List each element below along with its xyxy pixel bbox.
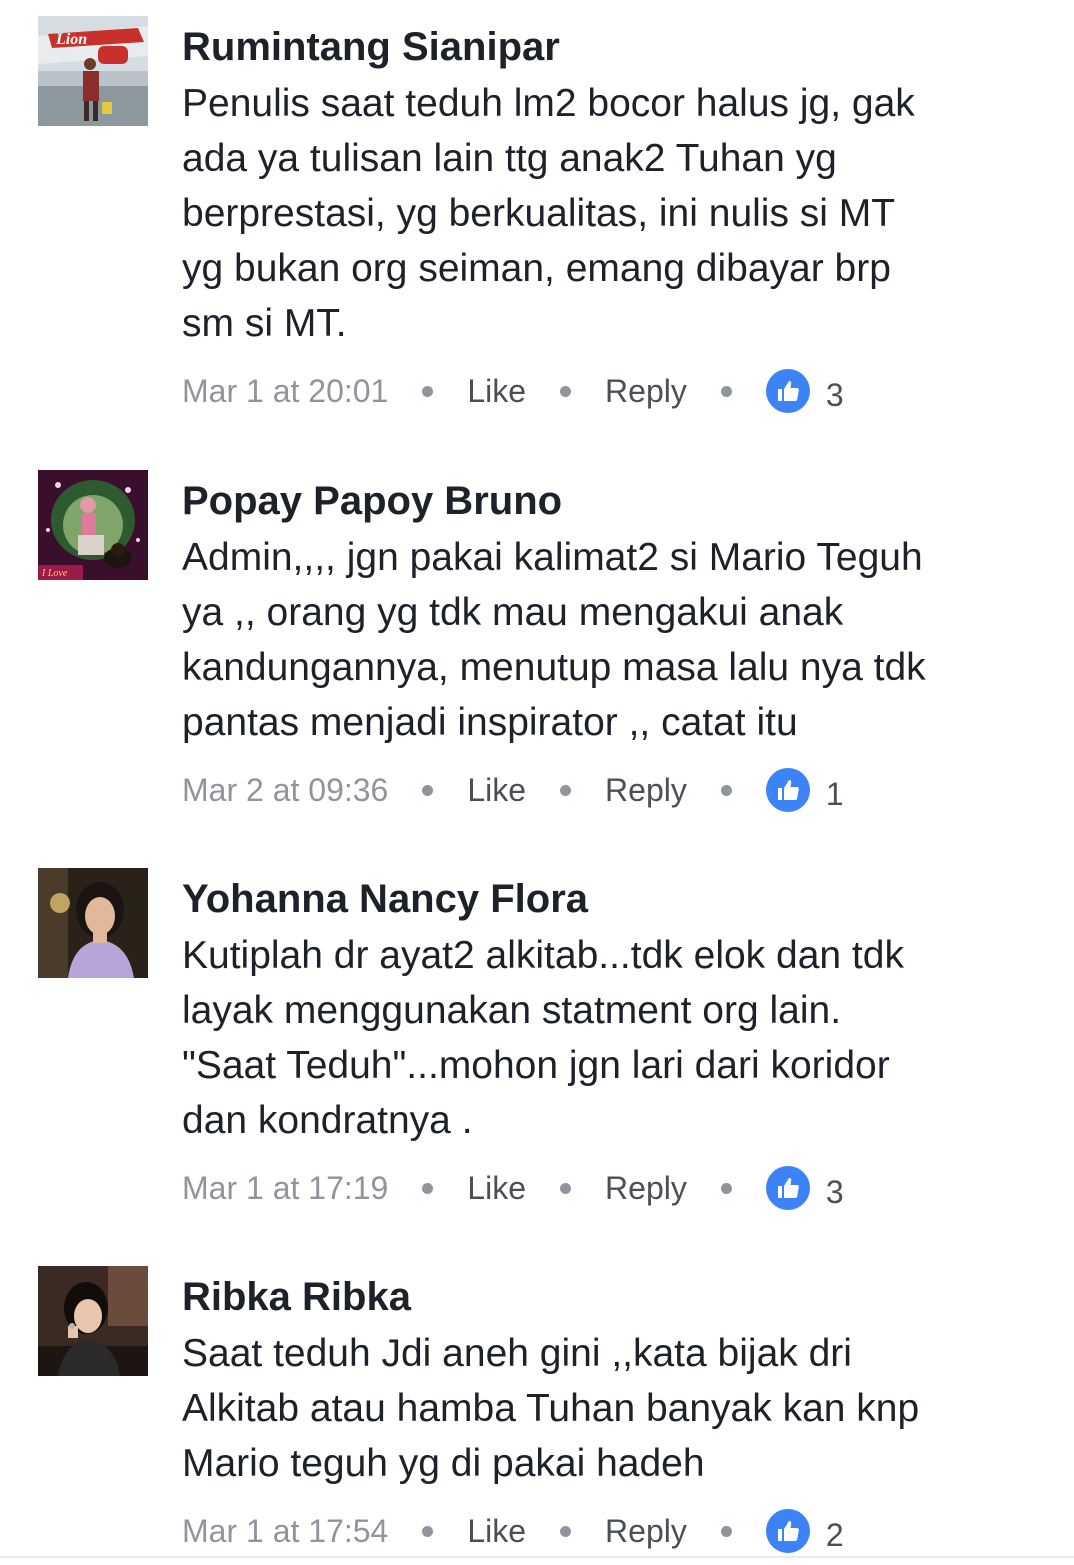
user-photo-icon: I Love xyxy=(38,470,148,580)
separator-dot xyxy=(720,1525,732,1537)
comment-meta: Mar 1 at 20:01 Like Reply 3 xyxy=(182,361,1052,421)
avatar[interactable]: Lion xyxy=(38,16,148,126)
comment-text: Saat teduh Jdi aneh gini ,,kata bijak dr… xyxy=(182,1326,1052,1491)
reply-button[interactable]: Reply xyxy=(605,1170,687,1207)
comment-meta: Mar 1 at 17:54 Like Reply 2 xyxy=(182,1501,1052,1561)
comment-text-line: pantas menjadi inspirator ,, catat itu xyxy=(182,701,798,744)
comment-text-line: ya ,, orang yg tdk mau mengakui anak xyxy=(182,591,844,634)
separator-dot xyxy=(422,385,434,397)
separator-dot xyxy=(560,784,572,796)
separator-dot xyxy=(720,1182,732,1194)
comment-text-line: Mario teguh yg di pakai hadeh xyxy=(182,1442,705,1485)
avatar[interactable]: I Love xyxy=(38,470,148,580)
comment-text-line: ada ya tulisan lain ttg anak2 Tuhan yg xyxy=(182,137,837,180)
separator-dot xyxy=(422,784,434,796)
comment-meta: Mar 1 at 17:19 Like Reply 3 xyxy=(182,1158,1052,1218)
separator-dot xyxy=(560,385,572,397)
like-button[interactable]: Like xyxy=(467,1513,526,1550)
comment-timestamp[interactable]: Mar 1 at 17:54 xyxy=(182,1513,388,1550)
comment-timestamp[interactable]: Mar 1 at 17:19 xyxy=(182,1170,388,1207)
comment-text-line: Penulis saat teduh lm2 bocor halus jg, g… xyxy=(182,82,915,125)
thumbs-up-icon[interactable] xyxy=(765,369,810,413)
comment-text: Penulis saat teduh lm2 bocor halus jg, g… xyxy=(182,76,1052,351)
separator-dot xyxy=(422,1525,434,1537)
comment-text-line: Admin,,,, jgn pakai kalimat2 si Mario Te… xyxy=(182,536,923,579)
separator-dot xyxy=(422,1182,434,1194)
like-count[interactable]: 3 xyxy=(826,369,844,414)
comment-text-line: Alkitab atau hamba Tuhan banyak kan knp xyxy=(182,1387,920,1430)
reply-button[interactable]: Reply xyxy=(605,373,687,410)
comment-text: Admin,,,, jgn pakai kalimat2 si Mario Te… xyxy=(182,530,1052,750)
comment-author[interactable]: Popay Papoy Bruno xyxy=(182,476,1052,526)
divider xyxy=(0,1556,1074,1558)
comment-text-line: kandungannya, menutup masa lalu nya tdk xyxy=(182,646,926,689)
like-count[interactable]: 3 xyxy=(826,1166,844,1211)
thumbs-up-icon[interactable] xyxy=(765,768,810,812)
comment-text-line: sm si MT. xyxy=(182,302,347,345)
avatar[interactable] xyxy=(38,868,148,978)
comment-timestamp[interactable]: Mar 2 at 09:36 xyxy=(182,772,388,809)
avatar[interactable] xyxy=(38,1266,148,1376)
comment-meta: Mar 2 at 09:36 Like Reply 1 xyxy=(182,760,1052,820)
lion-logo-text: Lion xyxy=(55,31,87,48)
comment-text-line: layak menggunakan statment org lain. xyxy=(182,989,842,1032)
user-photo-icon: Lion xyxy=(38,16,148,126)
separator-dot xyxy=(560,1525,572,1537)
comment-text-line: berprestasi, yg berkualitas, ini nulis s… xyxy=(182,192,896,235)
comment-author[interactable]: Yohanna Nancy Flora xyxy=(182,874,1052,924)
like-button[interactable]: Like xyxy=(467,1170,526,1207)
comment-timestamp[interactable]: Mar 1 at 20:01 xyxy=(182,373,388,410)
comment-text-line: "Saat Teduh"...mohon jgn lari dari korid… xyxy=(182,1044,890,1087)
reply-button[interactable]: Reply xyxy=(605,1513,687,1550)
comment-text-line: yg bukan org seiman, emang dibayar brp xyxy=(182,247,891,290)
comment-author[interactable]: Ribka Ribka xyxy=(182,1272,1052,1322)
user-photo-icon xyxy=(38,1266,148,1376)
thumbs-up-icon[interactable] xyxy=(765,1509,810,1553)
like-count[interactable]: 2 xyxy=(826,1509,844,1554)
comment-text-line: Saat teduh Jdi aneh gini ,,kata bijak dr… xyxy=(182,1332,852,1375)
like-count[interactable]: 1 xyxy=(826,768,844,813)
user-photo-icon xyxy=(38,868,148,978)
comment-text-line: Kutiplah dr ayat2 alkitab...tdk elok dan… xyxy=(182,934,904,977)
comment-author[interactable]: Rumintang Sianipar xyxy=(182,22,1052,72)
reply-button[interactable]: Reply xyxy=(605,772,687,809)
comment-text: Kutiplah dr ayat2 alkitab...tdk elok dan… xyxy=(182,928,1052,1148)
like-button[interactable]: Like xyxy=(467,772,526,809)
thumbs-up-icon[interactable] xyxy=(765,1166,810,1210)
separator-dot xyxy=(720,385,732,397)
separator-dot xyxy=(720,784,732,796)
comment-text-line: dan kondratnya . xyxy=(182,1099,473,1142)
avatar-badge-text: I Love xyxy=(41,568,68,579)
separator-dot xyxy=(560,1182,572,1194)
like-button[interactable]: Like xyxy=(467,373,526,410)
